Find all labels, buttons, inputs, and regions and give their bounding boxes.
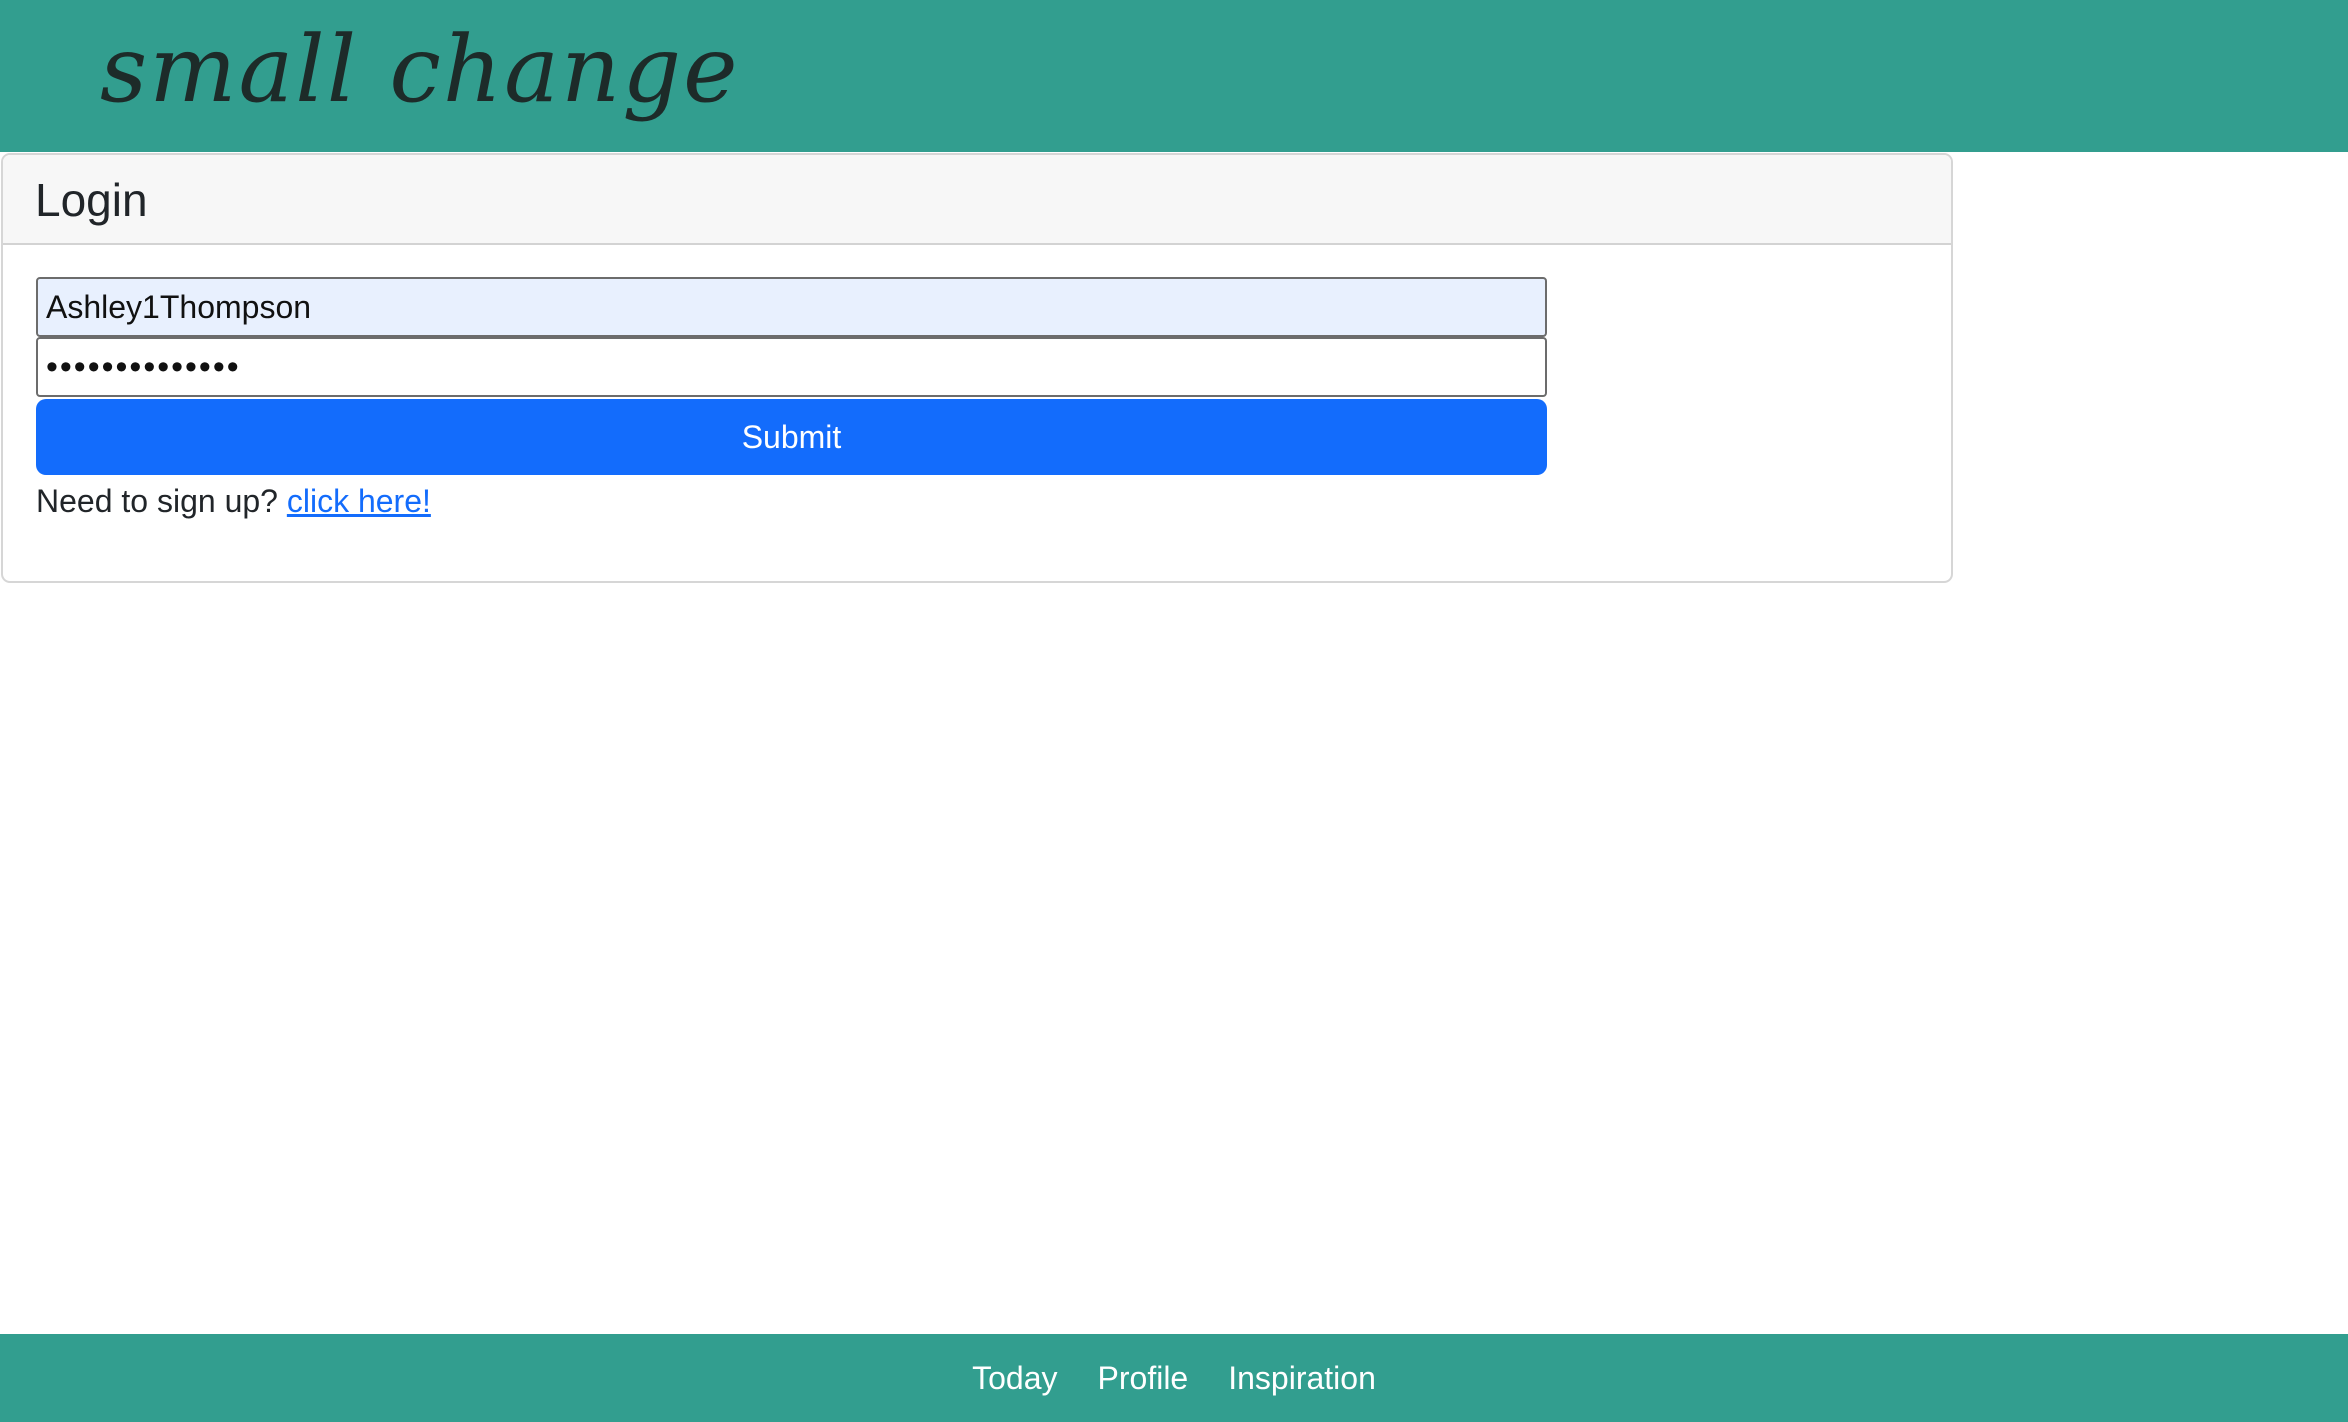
signup-prompt: Need to sign up? click here! [36, 477, 431, 525]
footer-link-inspiration[interactable]: Inspiration [1228, 1360, 1376, 1397]
login-card: Login Submit Need to sign up? click here… [1, 153, 1953, 583]
password-input[interactable] [36, 337, 1547, 397]
signup-link[interactable]: click here! [287, 483, 431, 519]
footer-link-profile[interactable]: Profile [1098, 1360, 1189, 1397]
brand-logo[interactable]: small change [100, 8, 740, 132]
username-input[interactable] [36, 277, 1547, 337]
bottom-navbar: Today Profile Inspiration [0, 1334, 2348, 1422]
login-title: Login [35, 174, 148, 226]
signup-prompt-text: Need to sign up? [36, 483, 278, 519]
submit-button[interactable]: Submit [36, 399, 1547, 475]
footer-link-today[interactable]: Today [972, 1360, 1057, 1397]
top-navbar: small change [0, 0, 2348, 152]
login-card-header: Login [3, 155, 1951, 245]
